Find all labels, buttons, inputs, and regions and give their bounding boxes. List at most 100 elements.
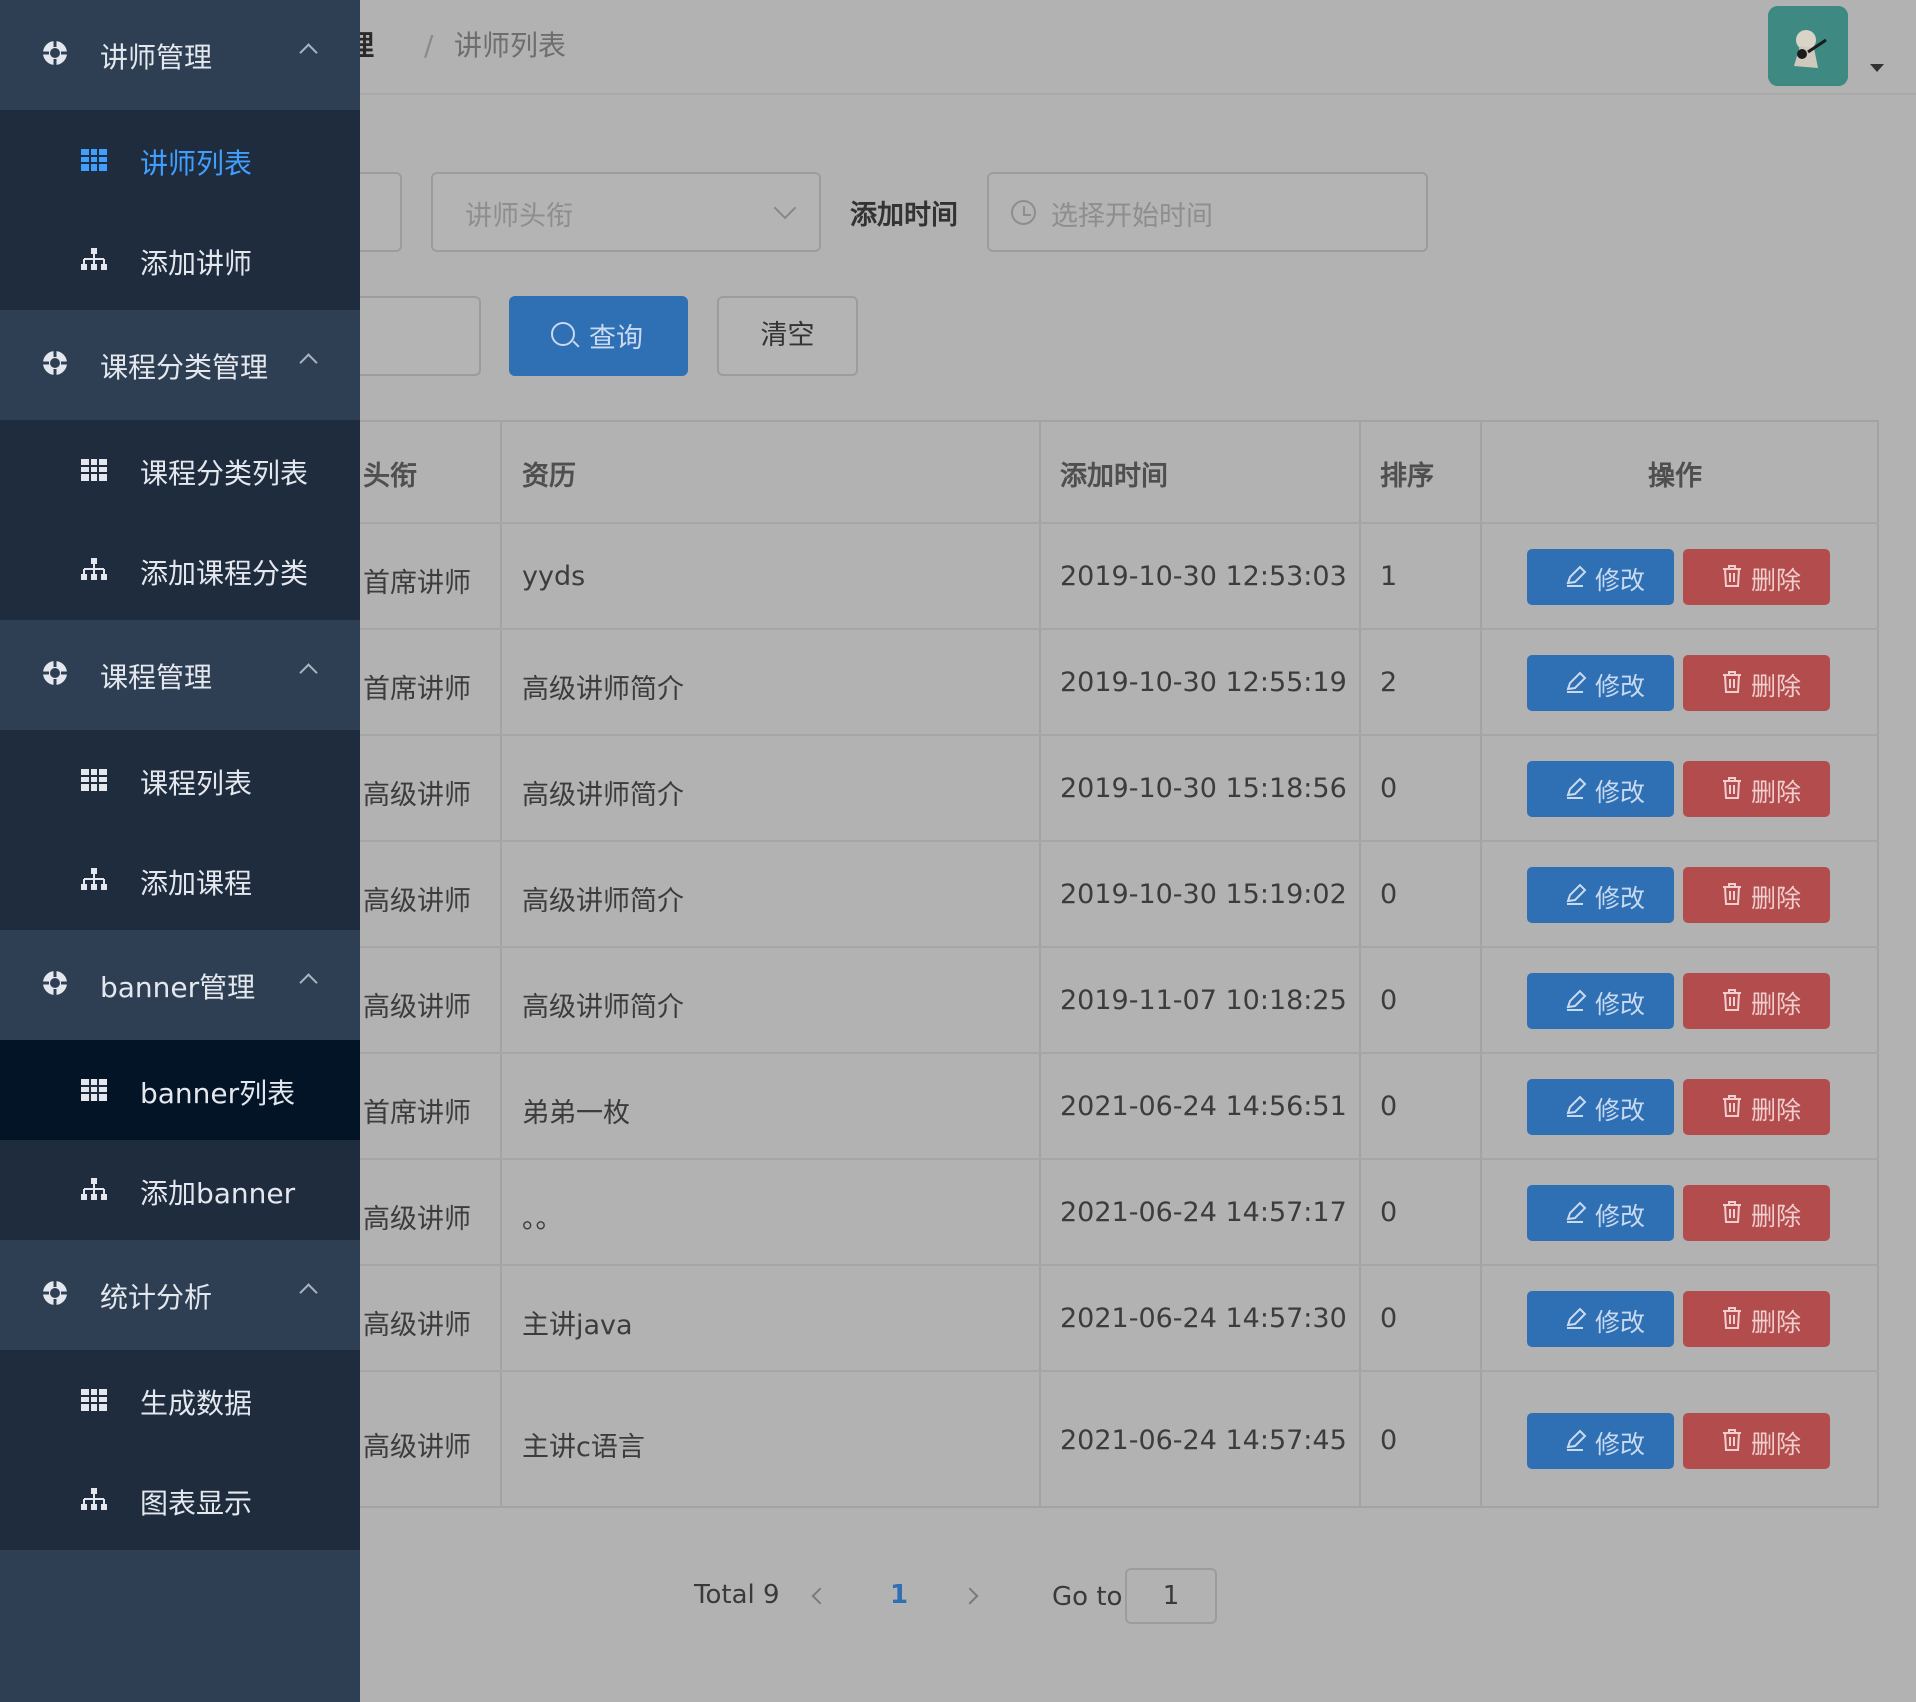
teacher-title-select[interactable]: 讲师头衔: [431, 172, 821, 252]
cell-title: 高级讲师: [363, 1432, 471, 1463]
edit-button[interactable]: 修改: [1527, 973, 1674, 1029]
delete-button[interactable]: 删除: [1683, 973, 1830, 1029]
edit-button-label: 修改: [1595, 1430, 1646, 1459]
edit-button[interactable]: 修改: [1527, 1291, 1674, 1347]
cell-title: 高级讲师: [363, 886, 471, 917]
cell-sort: 1: [1380, 561, 1398, 592]
table-icon: [80, 1076, 108, 1104]
delete-button[interactable]: 删除: [1683, 549, 1830, 605]
gear-icon: [40, 1278, 70, 1308]
cell-title: 高级讲师: [363, 780, 471, 811]
cell-add-time: 2021-06-24 14:56:51: [1060, 1091, 1347, 1122]
cell-intro: yyds: [522, 561, 586, 592]
sidebar-item-label: 课程分类列表: [140, 457, 309, 490]
cell-sort: 0: [1380, 1303, 1398, 1334]
title-select-placeholder: 讲师头衔: [465, 201, 573, 232]
sidebar-group[interactable]: 课程管理: [0, 620, 360, 730]
edit-button[interactable]: 修改: [1527, 1185, 1674, 1241]
edit-button[interactable]: 修改: [1527, 549, 1674, 605]
user-avatar[interactable]: [1768, 6, 1848, 86]
start-time-picker[interactable]: 选择开始时间: [987, 172, 1428, 252]
teacher-table: 头衔 资历 添加时间 排序 操作 首席讲师 yyds 2019-10-30 12:5…: [300, 420, 1879, 1508]
cell-intro: 高级讲师简介: [522, 992, 684, 1023]
delete-button[interactable]: 删除: [1683, 1185, 1830, 1241]
sidebar-item[interactable]: banner列表: [0, 1040, 360, 1140]
table-row: 高级讲师 高级讲师简介 2019-11-07 10:18:25 0 修改 删除: [300, 946, 1879, 1052]
cell-intro: 主讲c语言: [522, 1432, 645, 1463]
cell-sort: 0: [1380, 879, 1398, 910]
sidebar-item[interactable]: 添加课程: [0, 830, 360, 930]
edit-button[interactable]: 修改: [1527, 867, 1674, 923]
sidebar-item[interactable]: 生成数据: [0, 1350, 360, 1450]
table-row: 首席讲师 弟弟一枚 2021-06-24 14:56:51 0 修改 删除: [300, 1052, 1879, 1158]
delete-button-label: 删除: [1751, 672, 1802, 701]
edit-button[interactable]: 修改: [1527, 1079, 1674, 1135]
table-row: 首席讲师 高级讲师简介 2019-10-30 12:55:19 2 修改 删除: [300, 628, 1879, 734]
delete-button-label: 删除: [1751, 566, 1802, 595]
user-menu-caret-icon[interactable]: [1870, 64, 1884, 72]
sidebar-item-label: 添加课程: [140, 867, 253, 900]
edit-button-label: 修改: [1595, 990, 1646, 1019]
delete-button[interactable]: 删除: [1683, 1413, 1830, 1469]
chevron-right-icon[interactable]: [961, 1587, 979, 1605]
cell-title: 首席讲师: [363, 568, 471, 599]
tree-icon: [80, 556, 108, 584]
delete-button-label: 删除: [1751, 1096, 1802, 1125]
breadcrumb-current: 讲师列表: [454, 29, 567, 62]
goto-page-input[interactable]: 1: [1125, 1568, 1217, 1624]
cell-add-time: 2019-10-30 15:18:56: [1060, 773, 1347, 804]
cell-add-time: 2019-10-30 15:19:02: [1060, 879, 1347, 910]
sidebar-item[interactable]: 添加banner: [0, 1140, 360, 1240]
cell-intro: 主讲java: [522, 1310, 633, 1341]
sidebar-item-label: 讲师列表: [140, 147, 253, 180]
tree-icon: [80, 1486, 108, 1514]
cell-add-time: 2019-11-07 10:18:25: [1060, 985, 1347, 1016]
table-row: 高级讲师 高级讲师简介 2019-10-30 15:19:02 0 修改 删除: [300, 840, 1879, 946]
gear-icon: [40, 968, 70, 998]
sidebar-group-label: 统计分析: [100, 1281, 213, 1314]
chevron-up-icon: [299, 43, 318, 62]
cell-sort: 0: [1380, 985, 1398, 1016]
sidebar-group-label: 讲师管理: [100, 41, 213, 74]
sidebar-item[interactable]: 讲师列表: [0, 110, 360, 210]
clear-button[interactable]: 清空: [717, 296, 858, 376]
cell-intro: 。。: [522, 1204, 563, 1235]
edit-button-label: 修改: [1595, 778, 1646, 807]
cell-add-time: 2021-06-24 14:57:17: [1060, 1197, 1347, 1228]
table-row: 高级讲师 主讲c语言 2021-06-24 14:57:45 0 修改 删除: [300, 1370, 1879, 1508]
delete-button[interactable]: 删除: [1683, 1291, 1830, 1347]
edit-button-label: 修改: [1595, 566, 1646, 595]
delete-button-label: 删除: [1751, 1430, 1802, 1459]
sidebar-group[interactable]: 讲师管理: [0, 0, 360, 110]
header-add-time: 添加时间: [1060, 461, 1168, 492]
edit-button-label: 修改: [1595, 1096, 1646, 1125]
edit-button[interactable]: 修改: [1527, 1413, 1674, 1469]
query-button[interactable]: 查询: [509, 296, 688, 376]
sidebar-item-label: 添加课程分类: [140, 557, 309, 590]
sidebar: 讲师管理讲师列表添加讲师课程分类管理课程分类列表 添加课程分类课程管理 课程列表添加…: [0, 0, 360, 1702]
sidebar-group[interactable]: 课程分类管理: [0, 310, 360, 420]
goto-label: Go to: [1052, 1582, 1123, 1612]
sidebar-item[interactable]: 课程分类列表: [0, 420, 360, 520]
sidebar-group[interactable]: banner管理: [0, 930, 360, 1040]
edit-button[interactable]: 修改: [1527, 655, 1674, 711]
sidebar-group[interactable]: 统计分析: [0, 1240, 360, 1350]
sidebar-item-label: 生成数据: [140, 1387, 253, 1420]
chevron-left-icon[interactable]: [811, 1587, 829, 1605]
sidebar-item[interactable]: 添加讲师: [0, 210, 360, 310]
sidebar-item[interactable]: 课程列表: [0, 730, 360, 830]
cell-intro: 高级讲师简介: [522, 780, 684, 811]
sidebar-item-label: 添加讲师: [140, 247, 253, 280]
cell-sort: 0: [1380, 1091, 1398, 1122]
page-number-current[interactable]: 1: [890, 1580, 908, 1610]
delete-button[interactable]: 删除: [1683, 655, 1830, 711]
delete-button-label: 删除: [1751, 1308, 1802, 1337]
edit-button[interactable]: 修改: [1527, 761, 1674, 817]
delete-button[interactable]: 删除: [1683, 1079, 1830, 1135]
sidebar-item[interactable]: 添加课程分类: [0, 520, 360, 620]
delete-button[interactable]: 删除: [1683, 761, 1830, 817]
table-icon: [80, 1386, 108, 1414]
delete-button[interactable]: 删除: [1683, 867, 1830, 923]
cell-title: 高级讲师: [363, 1310, 471, 1341]
sidebar-item[interactable]: 图表显示: [0, 1450, 360, 1550]
